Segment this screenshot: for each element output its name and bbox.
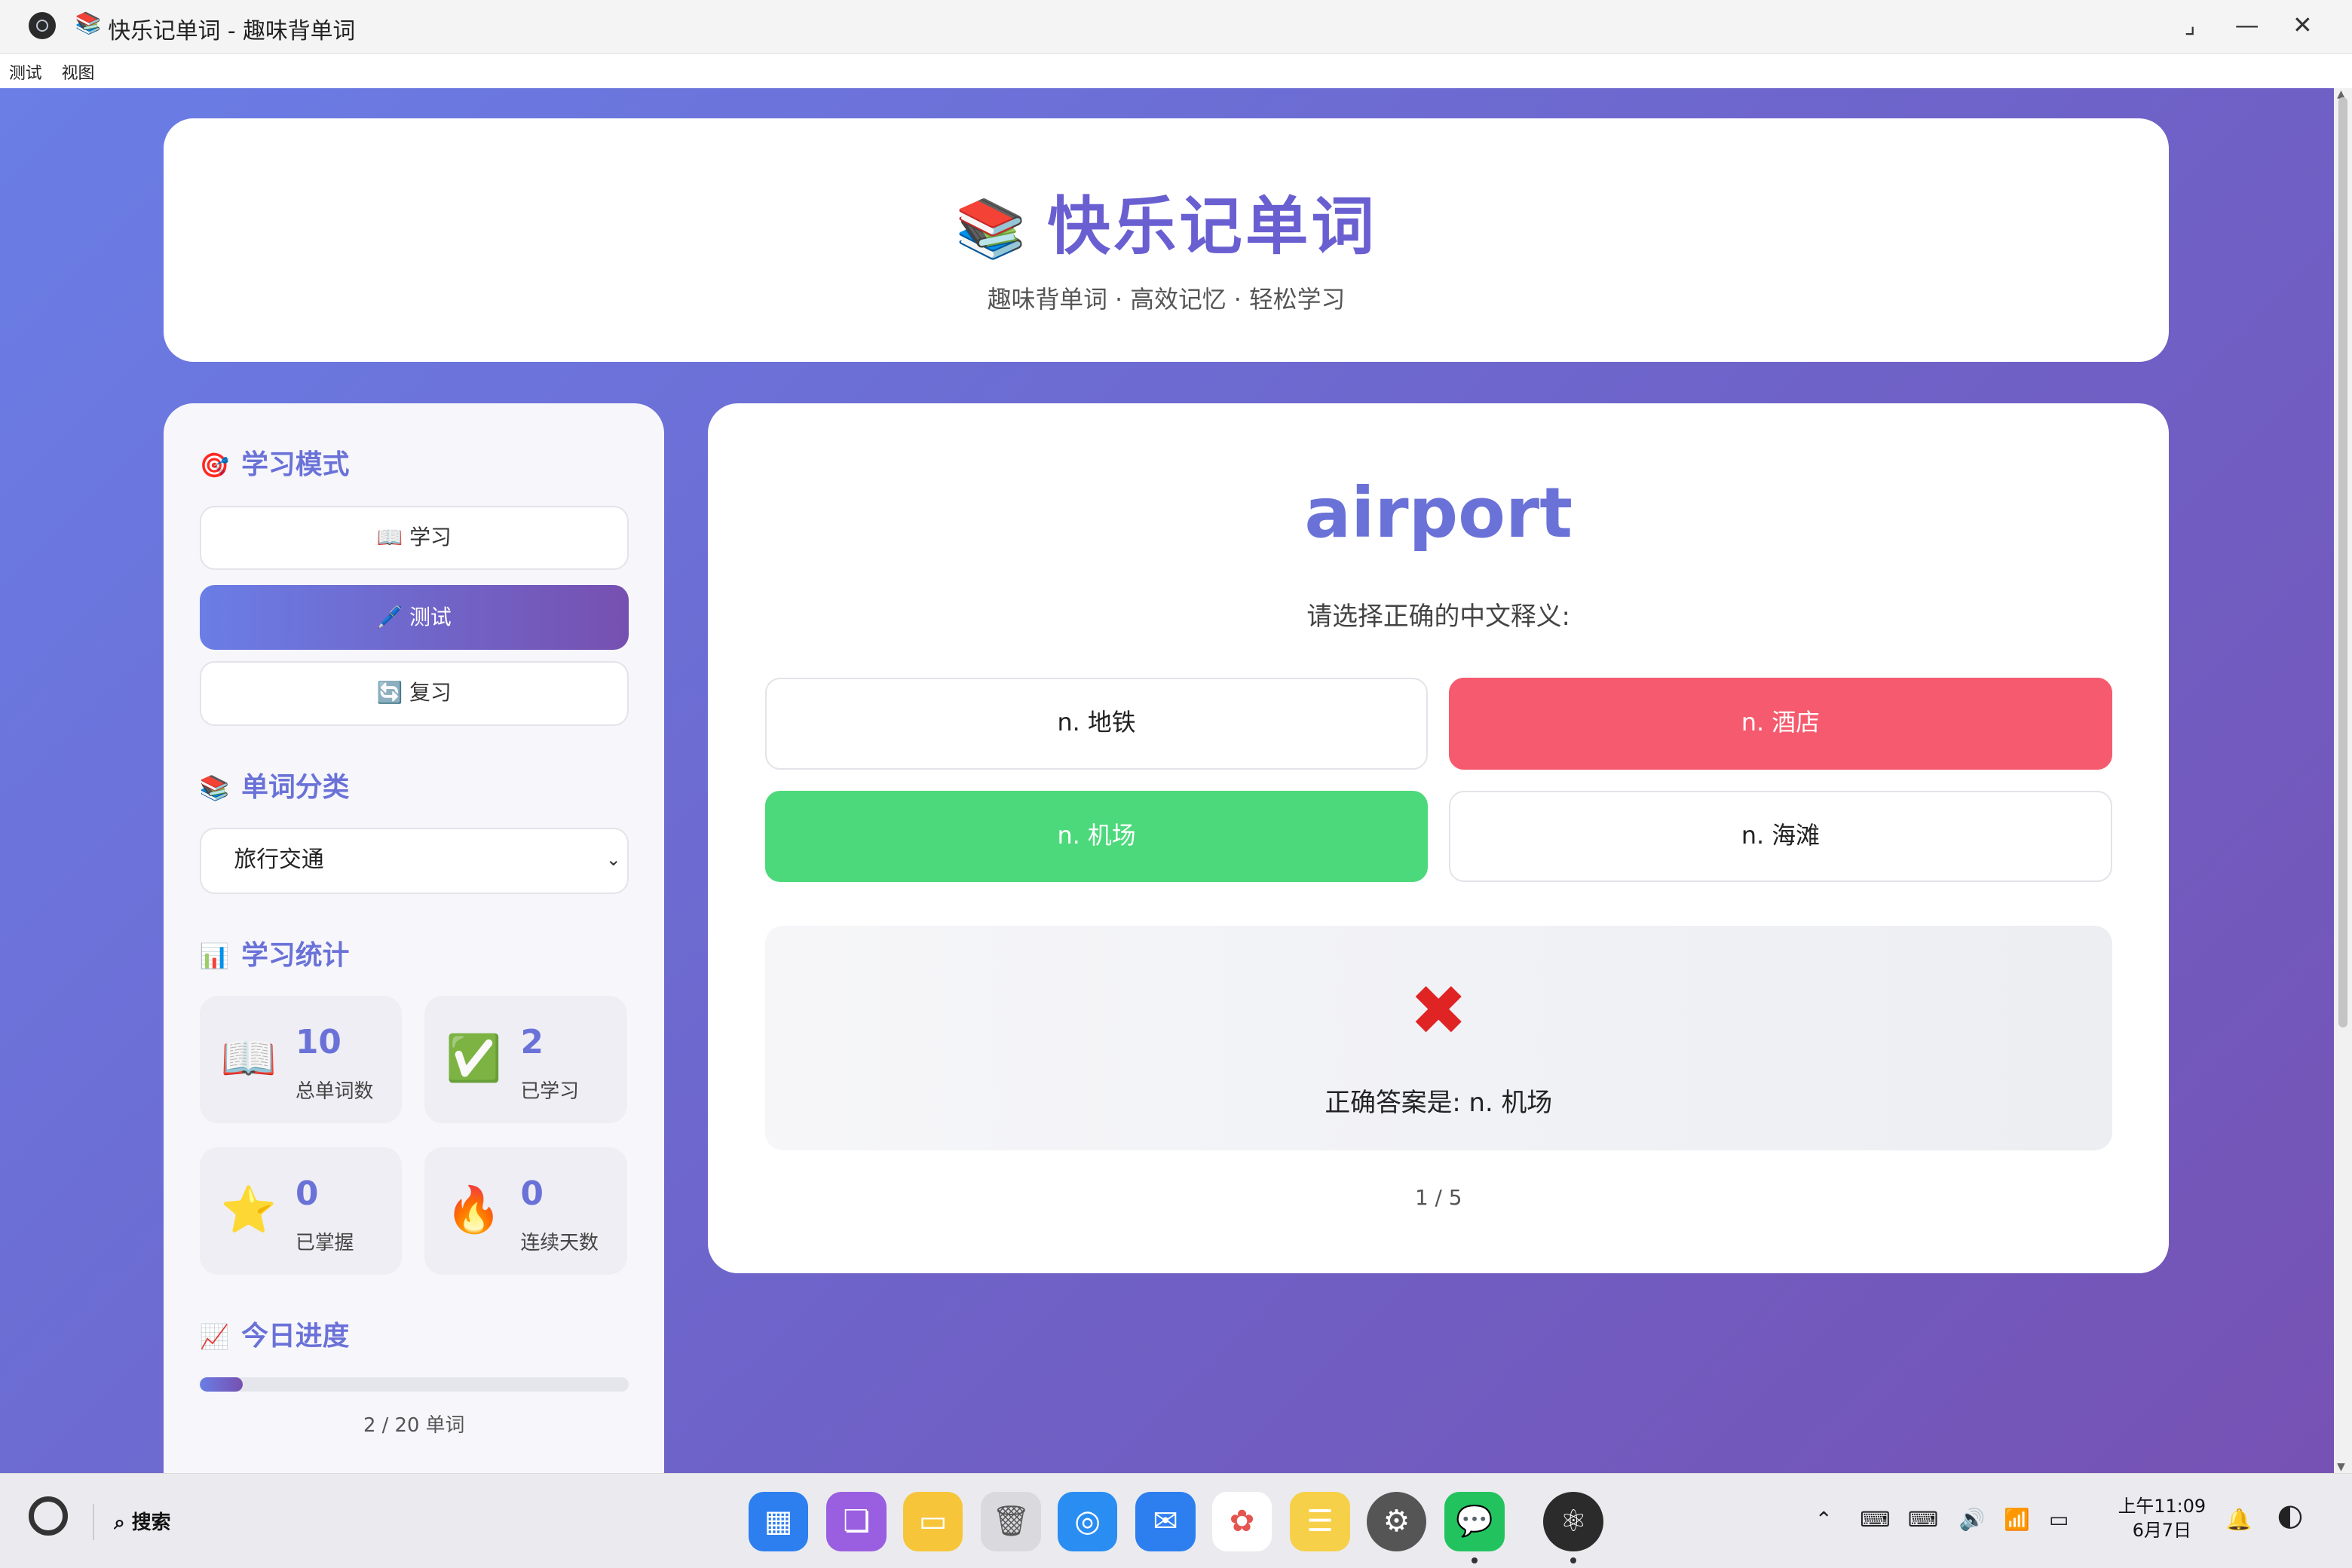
assistant-icon[interactable]: ◐ <box>2277 1498 2304 1533</box>
learn-mode-button[interactable]: 📖 学习 <box>199 505 629 571</box>
electron-app-icon[interactable]: ⚛ <box>1543 1491 1604 1552</box>
keyboard-icon[interactable]: ⌨ <box>1908 1507 1938 1532</box>
search-icon: ⌕ <box>114 1511 125 1534</box>
option-button-correct[interactable]: n. 机场 <box>764 790 1429 882</box>
question-counter: 1 / 5 <box>1414 1184 1462 1210</box>
category-section-title: 📚 单词分类 <box>199 771 350 803</box>
app-launcher-icon[interactable]: ▦ <box>748 1491 809 1552</box>
page-title-text: 快乐记单词 <box>1047 188 1377 263</box>
input-method-icon[interactable]: ⌨ <box>1860 1507 1890 1532</box>
clock-date: 6月7日 <box>2132 1519 2191 1541</box>
notes-icon[interactable]: ☰ <box>1290 1491 1350 1552</box>
stat-streak: 🔥 0 连续天数 <box>424 1147 627 1276</box>
clock[interactable]: 上午11:09 6月7日 <box>2118 1495 2206 1543</box>
progress-section-title: 📈 今日进度 <box>199 1321 350 1352</box>
trash-icon[interactable]: 🗑 <box>981 1491 1041 1552</box>
review-mode-button[interactable]: 🔄 复习 <box>199 661 629 727</box>
stat-value: 0 <box>520 1174 544 1213</box>
start-button[interactable] <box>28 1496 68 1536</box>
mail-icon[interactable]: ✉ <box>1135 1491 1196 1552</box>
taskbar: ⌕ 搜索 ▦ ❏ ▭ 🗑 ◎ ✉ ✿ ☰ ⚙ 💬 ⚛ ⌃ ⌨ ⌨ 🔊 📶 ▭ 上… <box>0 1472 2352 1568</box>
option-button[interactable]: n. 地铁 <box>764 678 1429 770</box>
open-book-icon: 📖 <box>376 524 403 550</box>
category-selected-value: 旅行交通 <box>234 847 324 874</box>
stat-total-words: 📖 10 总单词数 <box>199 996 403 1124</box>
menu-item-view[interactable]: 视图 <box>62 60 95 84</box>
scroll-down-icon[interactable]: ▼ <box>2337 1461 2345 1473</box>
bar-chart-icon: 📊 <box>199 941 230 970</box>
stat-value: 2 <box>520 1023 544 1061</box>
progress-fill <box>199 1377 243 1392</box>
mode-section-title: 🎯 学习模式 <box>199 449 350 480</box>
divider <box>93 1503 95 1540</box>
cross-mark-icon: ✖ <box>1409 970 1468 1052</box>
minimize-button[interactable]: — <box>2226 9 2268 42</box>
page-title: 📚 快乐记单词 <box>164 176 2169 267</box>
quiz-card: airport 请选择正确的中文释义: n. 地铁 n. 酒店 n. 机场 n.… <box>708 403 2170 1274</box>
stat-label: 总单词数 <box>295 1080 374 1103</box>
taskbar-search-button[interactable]: ⌕ 搜索 <box>114 1507 170 1535</box>
check-mark-icon: ✅ <box>445 1032 502 1085</box>
running-indicator <box>1570 1557 1577 1564</box>
electron-app-icon <box>28 11 56 39</box>
close-button[interactable]: ✕ <box>2281 9 2323 42</box>
open-book-icon: 📖 <box>220 1032 277 1085</box>
chart-increasing-icon: 📈 <box>199 1322 230 1352</box>
page-subtitle: 趣味背单词 · 高效记忆 · 轻松学习 <box>987 285 1346 314</box>
battery-icon[interactable]: ▭ <box>2049 1507 2069 1532</box>
volume-icon[interactable]: 🔊 <box>1959 1507 1986 1532</box>
stat-label: 已学习 <box>520 1080 580 1103</box>
stats-section-title: 📊 学习统计 <box>199 939 350 971</box>
menu-item-test[interactable]: 测试 <box>9 60 42 84</box>
fire-icon: 🔥 <box>445 1184 502 1236</box>
pen-icon: 🖊️ <box>376 604 403 629</box>
browser-icon[interactable]: ◎ <box>1057 1491 1118 1552</box>
header-card: 📚 快乐记单词 趣味背单词 · 高效记忆 · 轻松学习 <box>163 118 2170 362</box>
chevron-up-icon[interactable]: ⌃ <box>1815 1507 1833 1532</box>
option-button-wrong[interactable]: n. 酒店 <box>1449 678 2112 770</box>
running-indicator <box>1471 1557 1478 1564</box>
books-icon: 📚 <box>75 10 102 35</box>
title-bar: 📚 快乐记单词 - 趣味背单词 ⌟ — ✕ <box>0 0 2352 54</box>
stat-learned: ✅ 2 已学习 <box>424 996 627 1124</box>
star-icon: ⭐ <box>220 1184 277 1236</box>
wifi-icon[interactable]: 📶 <box>2004 1507 2030 1532</box>
target-icon: 🎯 <box>199 450 230 479</box>
multitask-icon[interactable]: ❏ <box>826 1491 887 1552</box>
stat-label: 连续天数 <box>520 1231 599 1254</box>
category-select[interactable]: 旅行交通 ⌄ <box>199 828 629 894</box>
wechat-icon[interactable]: 💬 <box>1444 1491 1505 1552</box>
books-icon: 📚 <box>199 773 230 802</box>
test-mode-button[interactable]: 🖊️ 测试 <box>199 584 629 650</box>
refresh-icon: 🔄 <box>376 680 403 706</box>
photos-icon[interactable]: ✿ <box>1211 1491 1272 1552</box>
stat-mastered: ⭐ 0 已掌握 <box>199 1147 403 1276</box>
scrollbar-thumb[interactable] <box>2338 97 2348 1027</box>
window-title: 快乐记单词 - 趣味背单词 <box>108 17 356 44</box>
quiz-prompt: 请选择正确的中文释义: <box>1306 601 1570 631</box>
progress-text: 2 / 20 单词 <box>363 1414 465 1438</box>
correct-answer-text: 正确答案是: n. 机场 <box>1325 1087 1553 1117</box>
sidebar: 🎯 学习模式 📖 学习 🖊️ 测试 🔄 复习 📚 单词分类 旅行交通 ⌄ 📊 学习统计… <box>163 403 665 1473</box>
stat-value: 0 <box>295 1174 319 1213</box>
restore-icon[interactable]: ⌟ <box>2169 9 2211 42</box>
clock-time: 上午11:09 <box>2118 1495 2207 1517</box>
menu-bar: 测试 视图 <box>0 54 2352 89</box>
notification-icon[interactable]: 🔔 <box>2226 1507 2252 1532</box>
app-content: 📚 快乐记单词 趣味背单词 · 高效记忆 · 轻松学习 🎯 学习模式 📖 学习 🖊️… <box>0 88 2335 1473</box>
quiz-word: airport <box>1304 472 1573 553</box>
stat-label: 已掌握 <box>295 1231 354 1254</box>
daily-progress-bar <box>199 1377 629 1392</box>
settings-icon[interactable]: ⚙ <box>1366 1491 1427 1552</box>
chevron-down-icon: ⌄ <box>605 849 621 871</box>
file-manager-icon[interactable]: ▭ <box>902 1491 963 1552</box>
option-button[interactable]: n. 海滩 <box>1449 790 2112 882</box>
stat-value: 10 <box>295 1023 341 1061</box>
books-icon: 📚 <box>955 194 1030 262</box>
answer-feedback: ✖ 正确答案是: n. 机场 <box>764 925 2112 1151</box>
scrollbar[interactable]: ▲ ▼ <box>2334 88 2352 1473</box>
